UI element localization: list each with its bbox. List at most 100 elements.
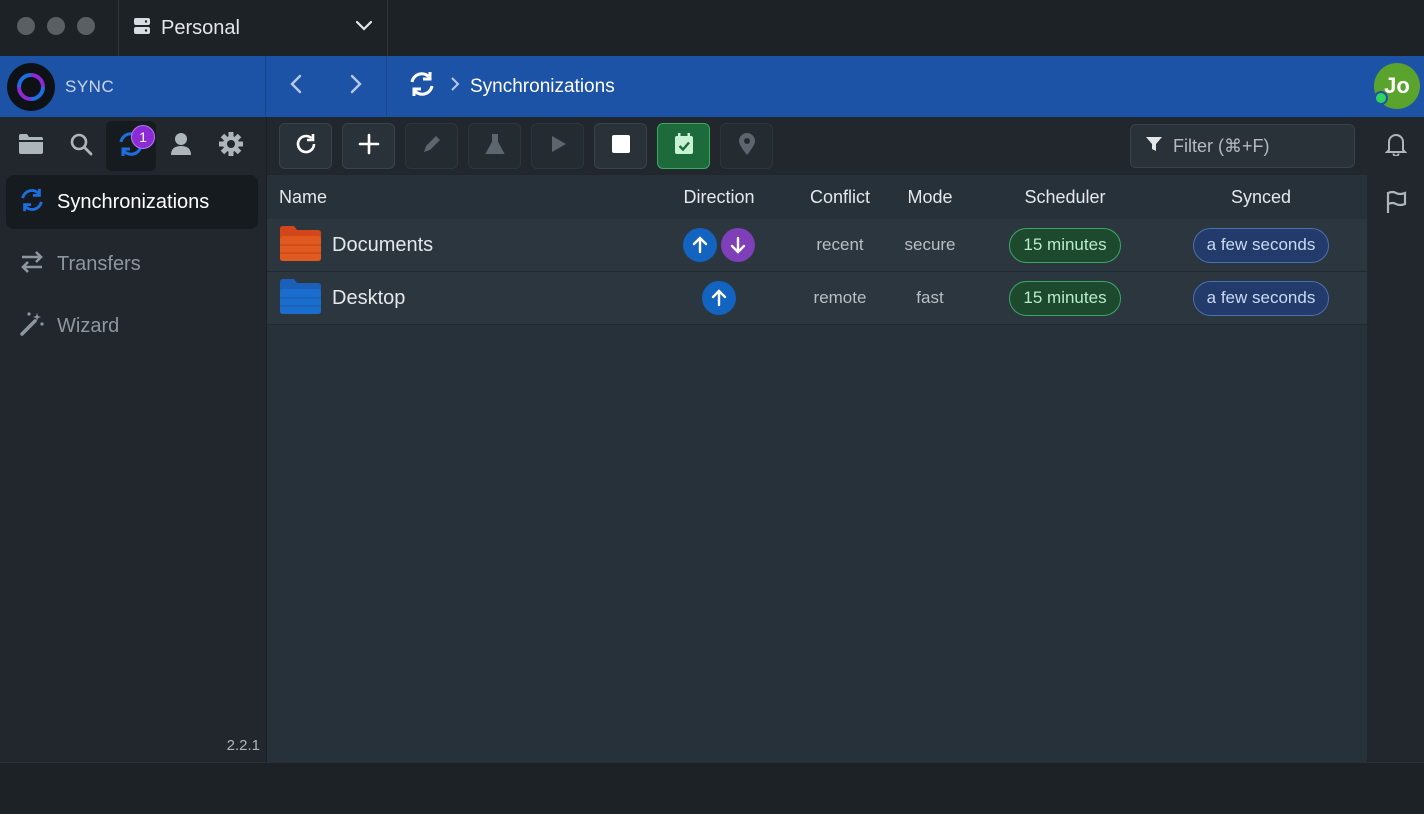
window-minimize-button[interactable] bbox=[47, 17, 65, 35]
window-zoom-button[interactable] bbox=[77, 17, 95, 35]
sidebar-item-label: Synchronizations bbox=[57, 190, 210, 213]
notifications-button[interactable] bbox=[1367, 117, 1424, 175]
direction-cell bbox=[659, 219, 779, 271]
sync-icon bbox=[408, 70, 436, 103]
test-button[interactable] bbox=[468, 123, 521, 169]
forward-button[interactable] bbox=[349, 74, 363, 99]
back-button[interactable] bbox=[289, 74, 303, 99]
history-nav bbox=[266, 56, 387, 117]
upload-arrow-icon bbox=[683, 228, 717, 262]
search-icon bbox=[69, 132, 93, 161]
scheduler-cell: 15 minutes bbox=[990, 219, 1140, 271]
scheduler-badge: 15 minutes bbox=[1009, 280, 1121, 316]
column-header-name[interactable]: Name bbox=[279, 175, 327, 219]
folder-icon bbox=[18, 133, 44, 160]
toolbar: Filter (⌘+F) bbox=[267, 117, 1367, 175]
map-pin-icon bbox=[738, 132, 756, 161]
main-content: Filter (⌘+F) Name Direction Conflict Mod… bbox=[267, 117, 1367, 762]
brand: SYNC bbox=[0, 56, 266, 117]
add-button[interactable] bbox=[342, 123, 395, 169]
sidebar-item-label: Transfers bbox=[57, 252, 141, 275]
folder-icon bbox=[279, 224, 322, 267]
synced-cell: a few seconds bbox=[1161, 272, 1361, 324]
name-cell: Documents bbox=[279, 219, 433, 271]
stop-icon bbox=[611, 134, 631, 159]
scheduler-badge: 15 minutes bbox=[1009, 227, 1121, 263]
profile-selector[interactable]: Personal bbox=[118, 0, 388, 56]
flag-button[interactable] bbox=[1367, 175, 1424, 233]
conflict-cell: recent bbox=[816, 235, 864, 254]
chevron-down-icon bbox=[355, 19, 373, 37]
avatar[interactable]: Jo bbox=[1374, 63, 1420, 109]
sidebar-item-wizard[interactable]: Wizard bbox=[6, 299, 258, 353]
edit-button[interactable] bbox=[405, 123, 458, 169]
right-rail bbox=[1367, 117, 1424, 762]
table-row[interactable]: Documents recent secure 15 minutes a few… bbox=[267, 219, 1367, 272]
bell-icon bbox=[1384, 132, 1407, 161]
calendar-check-icon bbox=[673, 132, 695, 161]
schedule-button[interactable] bbox=[657, 123, 710, 169]
refresh-button[interactable] bbox=[279, 123, 332, 169]
status-bar bbox=[0, 762, 1424, 814]
conflict-cell: remote bbox=[813, 288, 867, 307]
filter-icon bbox=[1145, 135, 1163, 158]
chevron-right-icon bbox=[450, 76, 460, 97]
account-button[interactable] bbox=[156, 121, 206, 171]
sidebar: 1 Synchronizations Transfers Wizard 2.2.… bbox=[0, 117, 267, 762]
stop-button[interactable] bbox=[594, 123, 647, 169]
flag-icon bbox=[1385, 190, 1407, 219]
table-header: Name Direction Conflict Mode Scheduler S… bbox=[267, 175, 1367, 219]
refresh-icon bbox=[294, 132, 318, 161]
mode-cell: fast bbox=[916, 288, 944, 307]
online-status-dot bbox=[1374, 91, 1388, 105]
app-header: SYNC Synchronizations Jo bbox=[0, 56, 1424, 117]
app-logo-icon bbox=[7, 62, 55, 111]
sidebar-item-label: Wizard bbox=[57, 314, 120, 337]
filter-placeholder: Filter (⌘+F) bbox=[1173, 135, 1270, 156]
profile-label: Personal bbox=[161, 16, 240, 39]
sidebar-item-transfers[interactable]: Transfers bbox=[6, 237, 258, 291]
sidebar-item-synchronizations[interactable]: Synchronizations bbox=[6, 175, 258, 229]
sidebar-icon-bar: 1 bbox=[0, 117, 266, 175]
brand-name: SYNC bbox=[65, 76, 115, 96]
column-header-synced[interactable]: Synced bbox=[1161, 175, 1361, 219]
play-icon bbox=[548, 134, 568, 159]
user-icon bbox=[170, 132, 192, 161]
settings-button[interactable] bbox=[206, 121, 256, 171]
column-header-conflict[interactable]: Conflict bbox=[790, 175, 890, 219]
folder-icon bbox=[279, 277, 322, 320]
version-label: 2.2.1 bbox=[226, 737, 260, 754]
pencil-icon bbox=[421, 133, 443, 160]
column-header-mode[interactable]: Mode bbox=[890, 175, 970, 219]
title-bar: Personal bbox=[0, 0, 1424, 56]
gear-icon bbox=[218, 131, 244, 162]
files-button[interactable] bbox=[6, 121, 56, 171]
column-header-scheduler[interactable]: Scheduler bbox=[990, 175, 1140, 219]
synced-cell: a few seconds bbox=[1161, 219, 1361, 271]
breadcrumb-current: Synchronizations bbox=[470, 75, 615, 97]
magic-wand-icon bbox=[19, 311, 45, 342]
sync-count-badge: 1 bbox=[131, 125, 155, 149]
folder-name: Documents bbox=[332, 233, 434, 256]
synced-badge: a few seconds bbox=[1192, 227, 1330, 263]
filter-input[interactable]: Filter (⌘+F) bbox=[1130, 124, 1355, 168]
synced-badge: a few seconds bbox=[1192, 280, 1330, 316]
direction-cell bbox=[659, 272, 779, 324]
column-header-direction[interactable]: Direction bbox=[659, 175, 779, 219]
avatar-initials: Jo bbox=[1384, 73, 1410, 98]
search-button[interactable] bbox=[56, 121, 106, 171]
run-button[interactable] bbox=[531, 123, 584, 169]
folder-name: Desktop bbox=[332, 286, 406, 309]
download-arrow-icon bbox=[721, 228, 755, 262]
locate-button[interactable] bbox=[720, 123, 773, 169]
table-row[interactable]: Desktop remote fast 15 minutes a few sec… bbox=[267, 272, 1367, 325]
flask-icon bbox=[484, 133, 505, 160]
mode-cell: secure bbox=[904, 235, 956, 254]
name-cell: Desktop bbox=[279, 272, 405, 324]
server-icon bbox=[133, 17, 151, 40]
upload-arrow-icon bbox=[702, 281, 736, 315]
transfer-icon bbox=[19, 250, 45, 279]
sync-button[interactable]: 1 bbox=[106, 121, 156, 171]
plus-icon bbox=[358, 133, 380, 160]
window-close-button[interactable] bbox=[17, 17, 35, 35]
